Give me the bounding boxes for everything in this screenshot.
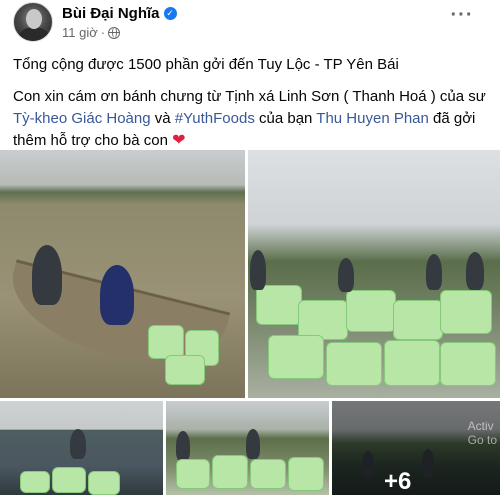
author-avatar[interactable]: [13, 2, 53, 42]
hashtag-link[interactable]: #YuthFoods: [175, 110, 255, 127]
more-photos-count: +6: [384, 468, 412, 495]
author-row: Bùi Đại Nghĩa ✓: [62, 5, 177, 22]
windows-watermark: Activ Go to: [468, 419, 497, 447]
more-options-icon[interactable]: ···: [448, 5, 476, 32]
relief-bag: [250, 459, 286, 489]
post-line-2: Con xin cám ơn bánh chưng từ Tịnh xá Lin…: [13, 86, 493, 152]
post-text-segment: của bạn: [254, 110, 317, 127]
post-text-segment: và: [150, 110, 175, 127]
globe-icon[interactable]: [108, 26, 121, 39]
post-timestamp[interactable]: 11 giờ: [62, 25, 98, 40]
post-text-segment: Con xin cám ơn bánh chưng từ Tịnh xá Lin…: [13, 88, 486, 105]
author-name[interactable]: Bùi Đại Nghĩa: [62, 5, 160, 22]
heart-emoji: ❤: [172, 132, 186, 149]
photo-bag-pile[interactable]: [248, 150, 500, 398]
meta-separator: ·: [100, 25, 106, 40]
relief-bag: [256, 285, 302, 325]
relief-bag: [268, 335, 324, 379]
photo-grid: +6 Activ Go to: [0, 150, 500, 495]
relief-bag: [288, 457, 324, 491]
verified-icon: ✓: [163, 7, 177, 20]
relief-bag: [384, 340, 440, 386]
relief-bag: [148, 325, 184, 359]
relief-bag: [346, 290, 396, 332]
person-figure: [426, 254, 442, 290]
relief-bag: [52, 467, 86, 493]
relief-bag: [326, 342, 382, 386]
photo-volunteers[interactable]: [166, 401, 329, 495]
post-body: Tổng cộng được 1500 phần gởi đến Tuy Lộc…: [13, 54, 493, 162]
person-figure: [32, 245, 62, 305]
mention-link-thu-huyen-phan[interactable]: Thu Huyen Phan: [316, 110, 429, 127]
photo-truck-unloading[interactable]: [0, 401, 163, 495]
photo-more-overlay[interactable]: +6 Activ Go to: [332, 401, 500, 495]
post-meta: 11 giờ ·: [62, 25, 121, 40]
relief-bag: [393, 300, 443, 340]
person-figure: [176, 431, 190, 461]
person-figure: [466, 252, 484, 290]
relief-bag: [440, 290, 492, 334]
more-photos-overlay[interactable]: +6: [332, 401, 500, 495]
person-figure: [100, 265, 134, 325]
relief-bag: [440, 342, 496, 386]
mention-link-giac-hoang[interactable]: Tỳ-kheo Giác Hoàng: [13, 110, 151, 127]
post-header: Bùi Đại Nghĩa ✓ 11 giờ · ···: [0, 0, 500, 44]
person-figure: [246, 429, 260, 459]
relief-bag: [176, 459, 210, 489]
relief-bag: [165, 355, 205, 385]
post-line-1: Tổng cộng được 1500 phần gởi đến Tuy Lộc…: [13, 56, 399, 73]
person-figure: [250, 250, 266, 290]
watermark-line: Go to: [467, 433, 497, 447]
relief-bag: [20, 471, 50, 493]
photo-boat-delivery[interactable]: [0, 150, 245, 398]
relief-bag: [212, 455, 248, 489]
relief-bag: [298, 300, 348, 340]
person-figure: [70, 429, 86, 459]
person-figure: [338, 258, 354, 292]
watermark-line: Activ: [467, 419, 494, 433]
relief-bag: [88, 471, 120, 495]
